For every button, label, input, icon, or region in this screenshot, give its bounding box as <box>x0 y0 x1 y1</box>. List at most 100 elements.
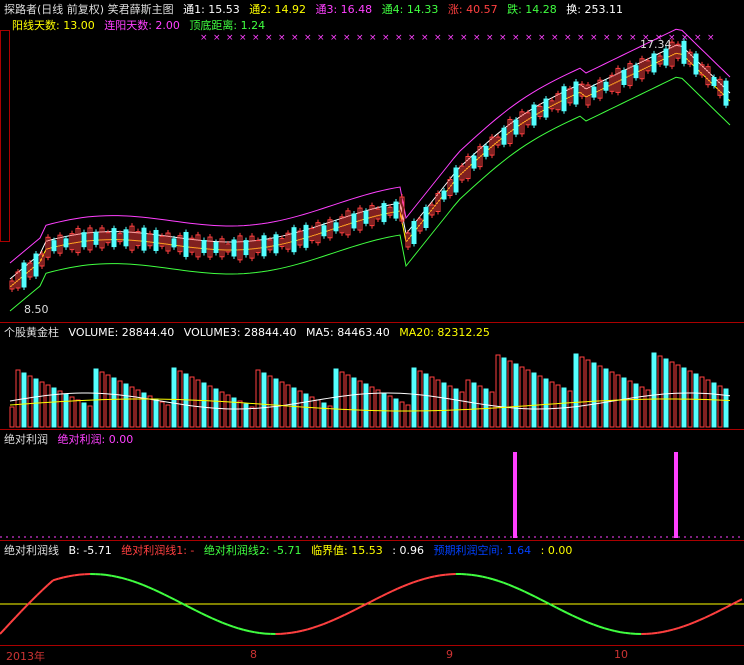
profit-line-segment <box>292 632 297 633</box>
profit-pane[interactable]: 绝对利润 绝对利润: 0.00 <box>0 430 744 540</box>
profit-line-segment <box>223 623 228 625</box>
axis-label-year: 2013年 <box>6 648 45 664</box>
profit-line-segment <box>64 576 69 577</box>
profit-line-segment <box>530 594 535 597</box>
ma2-line <box>10 53 730 287</box>
volume-bar <box>124 384 128 427</box>
signal-marker: × <box>577 33 585 43</box>
profit-line-segment <box>578 618 583 620</box>
candle-body <box>472 156 476 168</box>
volume-bar <box>664 359 668 427</box>
volume-bar <box>190 377 194 427</box>
profit-line-segment <box>101 574 106 575</box>
profit-line-segment <box>133 581 138 583</box>
profit-line-segment <box>408 582 413 584</box>
profit-line-segment <box>604 628 609 630</box>
volume-bar <box>670 362 674 427</box>
volume-bar <box>508 361 512 427</box>
profit-spike <box>674 452 678 538</box>
profit-line-segment <box>694 620 699 622</box>
profit-line-segment <box>74 575 79 576</box>
candle-body <box>274 235 278 253</box>
candle-body <box>22 263 26 287</box>
profit-line-segment <box>477 576 482 577</box>
volume-bar <box>658 356 662 427</box>
profit-line-segment <box>726 605 731 608</box>
profit-line-segment <box>610 630 615 631</box>
volume-bar <box>400 402 404 427</box>
profit-line-segment <box>599 626 604 628</box>
profit-spike <box>513 452 517 538</box>
profit-line-segment <box>148 587 153 589</box>
volume-bar <box>634 384 638 427</box>
profit-line-segment <box>127 579 132 581</box>
axis-label-10: 10 <box>614 648 628 661</box>
volume-bar <box>28 376 32 427</box>
profit-chart <box>0 430 744 540</box>
volume-bar <box>472 383 476 427</box>
profit-line-segment <box>175 600 180 603</box>
signal-marker: × <box>603 33 611 43</box>
volume-bar <box>544 379 548 427</box>
volume-bar <box>58 391 62 427</box>
profit-line-segment <box>297 631 302 632</box>
candle-body <box>412 222 416 244</box>
volume-bar <box>448 386 452 427</box>
profit-line-segment <box>493 579 498 581</box>
volume-bar <box>40 382 44 427</box>
volume-bar <box>196 380 200 427</box>
profit-line-segment <box>424 578 429 579</box>
volume-bar <box>382 393 386 427</box>
profit-line-segment <box>254 632 259 633</box>
profit-line-segment <box>689 622 694 624</box>
candle-body <box>544 99 548 117</box>
candle-body <box>94 232 98 244</box>
profit-line-segment <box>625 633 630 634</box>
profit-line-pane[interactable]: 绝对利润线 B: -5.71 绝对利润线1: - 绝对利润线2: -5.71 临… <box>0 541 744 645</box>
signal-marker: × <box>421 33 429 43</box>
profit-line-segment <box>212 618 217 620</box>
profit-line-segment <box>371 599 376 602</box>
profit-line-segment <box>403 584 408 586</box>
volume-bar <box>478 386 482 427</box>
signal-marker: × <box>356 33 364 43</box>
candle-body <box>82 233 86 247</box>
candle-body <box>442 191 446 199</box>
signal-marker: × <box>252 33 260 43</box>
volume-bar <box>424 374 428 427</box>
volume-bar <box>598 366 602 427</box>
signal-marker: × <box>590 33 598 43</box>
volume-pane[interactable]: 个股黄金柱 VOLUME: 28844.40 VOLUME3: 28844.40… <box>0 323 744 429</box>
signal-marker: × <box>512 33 520 43</box>
profit-line-segment <box>329 620 334 622</box>
profit-line-segment <box>498 581 503 583</box>
profit-line-segment <box>345 612 350 615</box>
candle-body <box>184 232 188 256</box>
profit-line-segment <box>652 633 657 634</box>
candle-body <box>262 236 266 256</box>
candle-body <box>232 240 236 256</box>
profit-line-segment <box>106 575 111 576</box>
profit-line-segment <box>32 595 37 600</box>
volume-bar <box>172 368 176 427</box>
profit-line-segment <box>657 632 662 633</box>
signal-marker: × <box>707 33 715 43</box>
volume-bar <box>526 370 530 427</box>
volume-bar <box>262 373 266 427</box>
candle-body <box>334 223 338 231</box>
profit-line-segment <box>186 605 191 608</box>
volume-bar <box>46 385 50 427</box>
volume-bar <box>514 364 518 427</box>
volume-bar <box>226 395 230 427</box>
volume-bar <box>76 400 80 427</box>
volume-bar <box>292 388 296 427</box>
profit-line-segment <box>700 618 705 620</box>
candle-body <box>172 239 176 247</box>
profit-line-segment <box>159 592 164 595</box>
profit-line-segment <box>716 610 721 613</box>
signal-marker: × <box>525 33 533 43</box>
signal-marker: × <box>213 33 221 43</box>
signal-marker: × <box>239 33 247 43</box>
volume-bar <box>256 370 260 427</box>
price-pane[interactable]: 探路者(日线 前复权) 笑君薛斯主图 通1: 15.53 通2: 14.92 通… <box>0 0 744 322</box>
